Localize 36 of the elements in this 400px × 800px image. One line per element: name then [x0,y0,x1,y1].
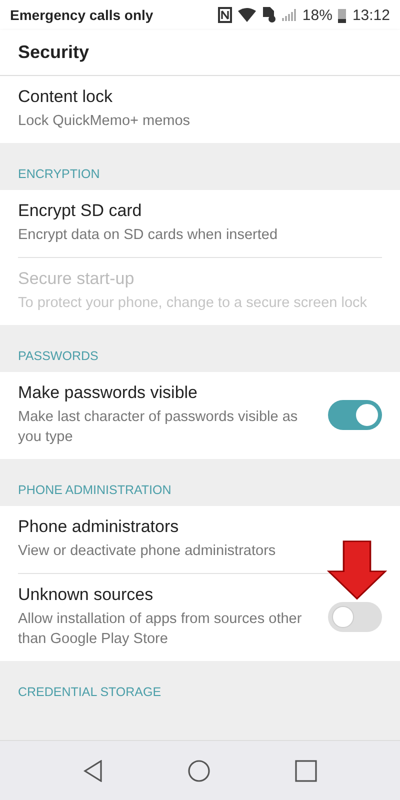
item-title: Unknown sources [18,585,154,605]
wifi-icon [238,8,256,22]
item-title: Secure start-up [18,269,136,289]
toggle-switch[interactable] [328,400,382,430]
back-icon[interactable] [82,760,103,782]
item-title: Content lock [18,87,114,107]
item-title: Phone administrators [18,517,180,537]
item-description: Lock QuickMemo+ memos [18,112,192,131]
toggle-switch[interactable] [328,602,382,632]
carrier-text: Emergency calls only [10,7,154,23]
no-sim-icon [262,7,276,23]
item-title: Make passwords visible [18,383,199,403]
item-description: View or deactivate phone administrators [18,542,277,561]
item-description: Make last character of passwords visible as you type [18,408,299,447]
signal-icon [282,7,296,23]
section-header: PHONE ADMINISTRATION [17,482,172,499]
arrow-icon [327,540,387,600]
battery-icon [338,8,346,22]
settings-item[interactable]: Encrypt SD card Encrypt data on SD cards when inserted [0,190,400,257]
settings-item[interactable]: Content lock Lock QuickMemo+ memos [0,76,400,143]
recents-icon[interactable] [295,760,318,782]
nfc-icon [218,7,232,23]
section-header: CREDENTIAL STORAGE [17,684,162,701]
item-title: Encrypt SD card [18,201,143,221]
clock-time: 13:12 [352,6,390,24]
settings-item[interactable]: Make passwords visible Make last character of passwords visible as you type [0,372,400,459]
section-header: ENCRYPTION [17,166,101,183]
battery-percent: 18% [302,6,332,24]
home-icon[interactable] [188,760,210,782]
screen-title: Security [18,42,90,63]
section-header: PASSWORDS [17,348,100,365]
item-description: Allow installation of apps from sources other than Google Play Store [18,610,303,649]
settings-item[interactable]: Phone administrators View or deactivate phone administrators [0,506,400,573]
item-description: To protect your phone, change to a secure screen lock [18,294,368,313]
item-description: Encrypt data on SD cards when inserted [18,226,279,245]
settings-item[interactable]: Unknown sources Allow installation of apps from sources other than Google Play Store [0,574,400,661]
